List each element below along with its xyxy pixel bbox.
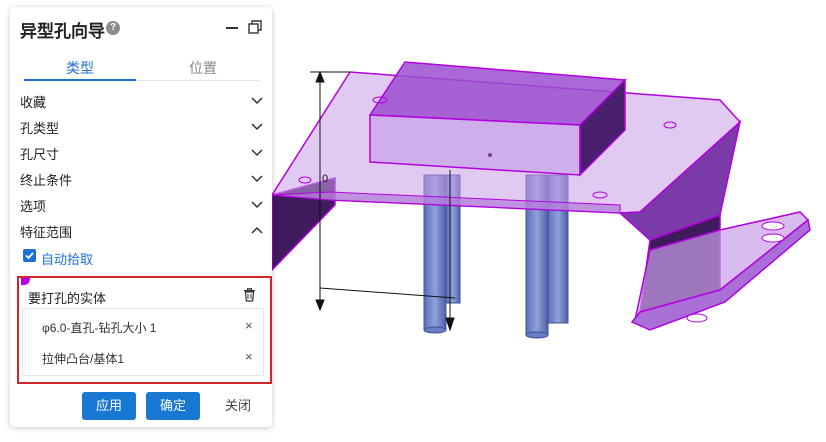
bodies-to-cut-label: 要打孔的实体 <box>28 291 107 306</box>
auto-pick-checkbox[interactable] <box>23 249 36 262</box>
remove-item-icon[interactable]: × <box>245 349 253 364</box>
section-label: 孔尺寸 <box>20 147 60 162</box>
check-icon <box>25 252 34 260</box>
dimension-label: 0 <box>322 173 328 185</box>
active-tab-indicator <box>24 79 136 81</box>
restore-icon[interactable] <box>248 20 262 34</box>
close-button[interactable]: 关闭 <box>215 392 261 420</box>
chevron-down-icon <box>251 149 263 157</box>
bodies-list[interactable]: φ6.0-直孔-钻孔大小 1 × 拉伸凸台/基体1 × <box>22 308 264 376</box>
list-item[interactable]: φ6.0-直孔-钻孔大小 1 <box>42 319 156 336</box>
boss-top <box>368 61 627 126</box>
section-hole-type[interactable]: 孔类型 <box>20 115 264 137</box>
help-icon[interactable]: ? <box>106 21 120 35</box>
section-label: 收藏 <box>20 95 47 110</box>
panel-title: 异型孔向导 <box>20 22 105 41</box>
section-favorites[interactable]: 收藏 <box>20 89 264 111</box>
minimize-icon[interactable] <box>226 27 238 29</box>
tab-position[interactable]: 位置 <box>143 58 263 78</box>
section-label: 孔类型 <box>20 121 60 136</box>
chevron-down-icon <box>251 97 263 105</box>
chevron-down-icon <box>251 201 263 209</box>
chevron-down-icon <box>251 175 263 183</box>
section-feature-scope[interactable]: 特征范围 <box>20 219 264 241</box>
auto-pick-label[interactable]: 自动拾取 <box>41 249 93 268</box>
hole-wizard-panel: 异型孔向导 ? 类型 位置 收藏 孔类型 孔尺寸 终止条件 选项 特征范围 自动… <box>10 7 272 427</box>
ok-button[interactable]: 确定 <box>146 392 200 420</box>
trash-icon[interactable] <box>243 288 256 302</box>
section-end-condition[interactable]: 终止条件 <box>20 167 264 189</box>
tab-type[interactable]: 类型 <box>20 58 140 78</box>
section-hole-size[interactable]: 孔尺寸 <box>20 141 264 163</box>
section-label: 选项 <box>20 199 47 214</box>
section-label: 终止条件 <box>20 173 73 188</box>
chevron-down-icon <box>251 123 263 131</box>
section-options[interactable]: 选项 <box>20 193 264 215</box>
list-item[interactable]: 拉伸凸台/基体1 <box>42 350 124 367</box>
apply-button[interactable]: 应用 <box>82 392 136 420</box>
remove-item-icon[interactable]: × <box>245 318 253 333</box>
chevron-up-icon <box>251 226 263 234</box>
section-label: 特征范围 <box>20 225 73 240</box>
